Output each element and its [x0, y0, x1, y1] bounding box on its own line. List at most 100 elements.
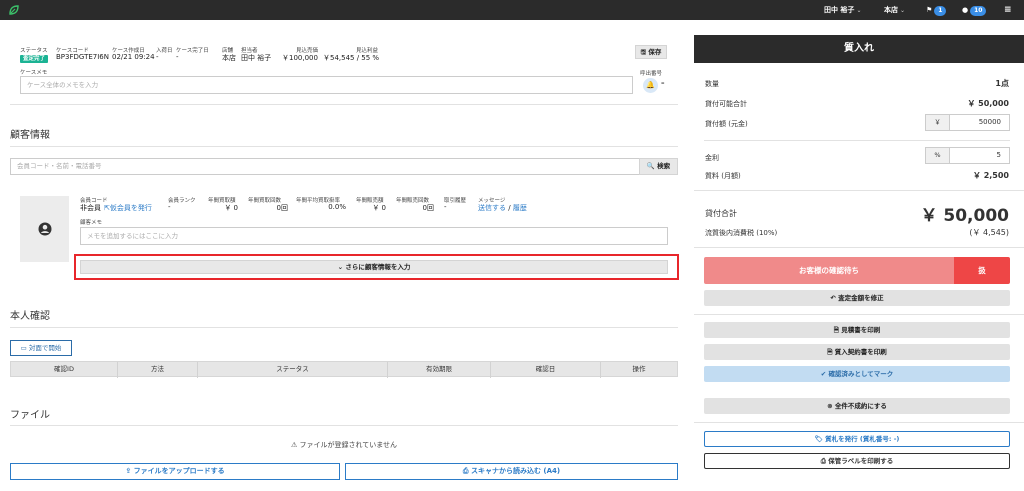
customer-search-input[interactable]: 会員コード・名前・電話番号 — [10, 158, 640, 175]
quantity-label: 数量 — [705, 80, 719, 88]
chevron-down-icon: ⌄ — [856, 7, 862, 14]
provisional-member-link[interactable]: ⇱仮会員を発行 — [104, 203, 152, 213]
circle-x-icon: ⊗ — [827, 402, 833, 410]
tax-value: (￥ 4,545) — [969, 228, 1009, 237]
pawn-panel-title: 質入れ — [694, 35, 1024, 63]
percent-addon: % — [926, 148, 950, 163]
more-customer-info-label: さらに顧客情報を入力 — [345, 263, 411, 271]
rate-value: 5 — [996, 151, 1001, 159]
est-profit-value: ￥54,545 / 55 % — [323, 54, 380, 62]
flag-notifications[interactable]: ⚑ 1 — [926, 0, 947, 20]
chevron-down-icon: ⌄ — [900, 7, 906, 14]
upload-label: ファイルをアップロードする — [133, 467, 225, 475]
column-header: 方法 — [118, 362, 198, 378]
customer-section-title: 顧客情報 — [10, 130, 50, 141]
print-estimate-label: 見積書を印刷 — [841, 326, 881, 334]
identity-section-title: 本人確認 — [10, 311, 50, 322]
case-code: BP3FDGTE7I6N — [56, 53, 109, 61]
loanable-value: ￥ 50,000 — [967, 99, 1009, 108]
all-unsuccessful-button[interactable]: ⊗ 全件不成約にする — [704, 398, 1010, 414]
leaf-logo-icon[interactable] — [8, 0, 22, 20]
upload-file-button[interactable]: ⇪ ファイルをアップロードする — [10, 463, 340, 480]
mark-confirmed-button[interactable]: ✔ 確認済みとしてマーク — [704, 366, 1010, 382]
save-label: 保存 — [648, 48, 662, 56]
printer-icon: ⎙ — [462, 467, 469, 475]
customer-avatar — [20, 196, 69, 262]
all-unsuccessful-label: 全件不成約にする — [834, 402, 887, 410]
annual-buy-value: ￥ 0 — [224, 204, 238, 212]
chat-icon: ● — [962, 6, 969, 14]
customer-memo-input[interactable]: メモを追加するにはここに入力 — [80, 227, 668, 245]
issue-pawn-ticket-button[interactable]: 🏷 質札を発行 (質札番号: -) — [704, 431, 1010, 447]
tag-icon: 🏷 — [814, 435, 823, 443]
fix-price-button[interactable]: ↶ 査定金額を修正 — [704, 290, 1010, 306]
rate-label: 金利 — [705, 154, 719, 162]
rank-label: 会員ランク — [168, 198, 196, 204]
store-menu[interactable]: 本店 ⌄ — [884, 0, 905, 20]
customer-search-button[interactable]: 🔍 検索 — [639, 158, 678, 175]
customer-memo-label: 顧客メモ — [80, 220, 103, 226]
hamburger-menu-icon[interactable]: ≡ — [1004, 0, 1012, 20]
store-value: 本店 — [222, 54, 236, 62]
start-face-to-face-button[interactable]: ▭ 対面で開始 — [10, 340, 72, 356]
completed-date: - — [176, 53, 179, 61]
annual-buy-count-value: 0回 — [276, 204, 288, 212]
search-button-label: 検索 — [657, 162, 671, 170]
save-button[interactable]: 🖫 保存 — [635, 45, 667, 59]
bell-icon[interactable]: 🔔 — [643, 78, 658, 93]
issue-ticket-label: 質札を発行 (質札番号: -) — [825, 435, 900, 443]
message-notifications[interactable]: ● 10 — [962, 0, 987, 20]
user-circle-icon — [38, 222, 52, 236]
more-customer-info-button[interactable]: ⌄ さらに顧客情報を入力 — [80, 260, 668, 274]
flag-badge: 1 — [934, 6, 947, 16]
loan-amount-label: 貸付額 (元金) — [705, 120, 748, 128]
save-icon: 🖫 — [640, 48, 647, 56]
scan-button[interactable]: ⎙ スキャナから読み込む (A4) — [345, 463, 678, 480]
files-empty-text: ファイルが登録されていません — [299, 441, 398, 449]
user-menu[interactable]: 田中 裕子 ⌄ — [824, 0, 861, 20]
print-contract-button[interactable]: 🗎 質入契約書を印刷 — [704, 344, 1010, 360]
document-icon: 🗎 — [827, 348, 833, 356]
status-label: ステータス — [20, 48, 48, 54]
fix-price-label: 査定金額を修正 — [838, 294, 884, 302]
scan-label: スキャナから読み込む (A4) — [470, 467, 561, 475]
annual-sales-count-value: 0回 — [422, 204, 434, 212]
staff-value: 田中 裕子 — [241, 54, 272, 62]
print-estimate-button[interactable]: 🗎 見積書を印刷 — [704, 322, 1010, 338]
fee-label: 質料 (月額) — [705, 172, 741, 180]
printer-icon: ⎙ — [820, 457, 826, 465]
id-card-icon: ▭ — [20, 344, 27, 352]
side-action-button[interactable]: 扱 — [954, 257, 1010, 284]
rate-field[interactable]: % 5 — [925, 147, 1010, 164]
history-label: 取引履歴 — [444, 198, 467, 204]
created-date: 02/21 09:24 — [112, 53, 155, 61]
tax-label: 流質後内消費税 (10%) — [705, 229, 778, 237]
completed-label: ケース完了日 — [176, 48, 209, 54]
files-empty-message: ⚠ ファイルが登録されていません — [10, 440, 678, 450]
case-memo-input[interactable]: ケース全体のメモを入力 — [20, 76, 633, 94]
warning-icon: ⚠ — [290, 441, 298, 449]
document-icon: 🗎 — [833, 326, 839, 334]
flag-icon: ⚑ — [926, 6, 933, 14]
loan-amount-field[interactable]: ￥ 50000 — [925, 114, 1010, 131]
stock-date: - — [156, 53, 159, 61]
column-header: ステータス — [198, 362, 388, 378]
currency-addon: ￥ — [926, 115, 950, 130]
status-badge: 査定完了 — [20, 54, 49, 63]
waiting-confirmation-button[interactable]: お客様の確認待ち — [704, 257, 954, 284]
provisional-link-label: 仮会員を発行 — [109, 204, 152, 212]
message-badge: 10 — [970, 6, 987, 16]
identity-table-header: 確認ID 方法 ステータス 有効期限 確認日 操作 — [10, 361, 678, 378]
case-memo-label: ケースメモ — [20, 70, 48, 76]
message-history-link[interactable]: 履歴 — [513, 204, 527, 212]
call-number-label: 呼出番号 — [640, 71, 663, 77]
mark-confirmed-label: 確認済みとしてマーク — [828, 370, 894, 378]
history-value: - — [444, 203, 447, 211]
print-storage-label-button[interactable]: ⎙ 保管ラベルを印刷する — [704, 453, 1010, 469]
upload-icon: ⇪ — [125, 467, 132, 475]
start-button-label: 対面で開始 — [28, 344, 62, 352]
undo-icon: ↶ — [830, 294, 836, 302]
send-message-link[interactable]: 送信する — [478, 204, 506, 212]
column-header: 操作 — [632, 365, 646, 373]
user-name: 田中 裕子 — [824, 6, 855, 14]
